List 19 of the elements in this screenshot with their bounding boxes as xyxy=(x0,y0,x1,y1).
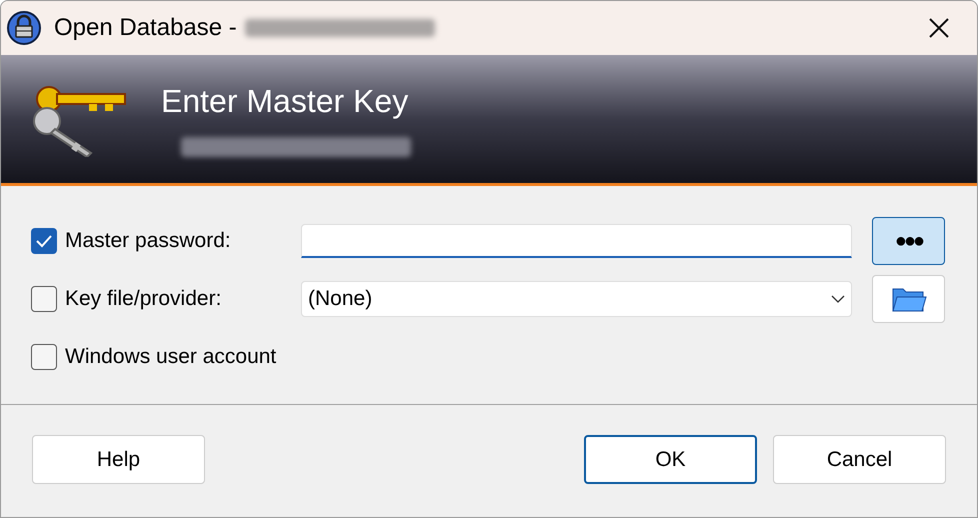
dialog-button[interactable]: Cancel xyxy=(773,435,946,484)
banner-title: Enter Master Key xyxy=(161,82,410,121)
checkbox[interactable] xyxy=(31,228,57,254)
dialog-button[interactable]: OK xyxy=(584,435,757,484)
password-field[interactable] xyxy=(301,224,852,258)
checkbox[interactable] xyxy=(31,344,57,370)
key-file-dropdown[interactable]: (None) xyxy=(301,281,852,317)
chevron-down-icon xyxy=(831,295,845,303)
option-label: Windows user account xyxy=(65,344,278,370)
option-label: Key file/provider: xyxy=(65,286,222,312)
dialog-button[interactable]: Help xyxy=(32,435,205,484)
checkmark-icon xyxy=(36,234,52,248)
show-password-button[interactable]: ●●● xyxy=(872,217,945,265)
window-title: Open Database - xyxy=(54,13,237,43)
close-icon xyxy=(929,18,949,38)
option-label: Master password: xyxy=(65,228,232,254)
checkbox[interactable] xyxy=(31,286,57,312)
lock-icon xyxy=(6,10,42,46)
browse-button[interactable] xyxy=(872,275,945,323)
